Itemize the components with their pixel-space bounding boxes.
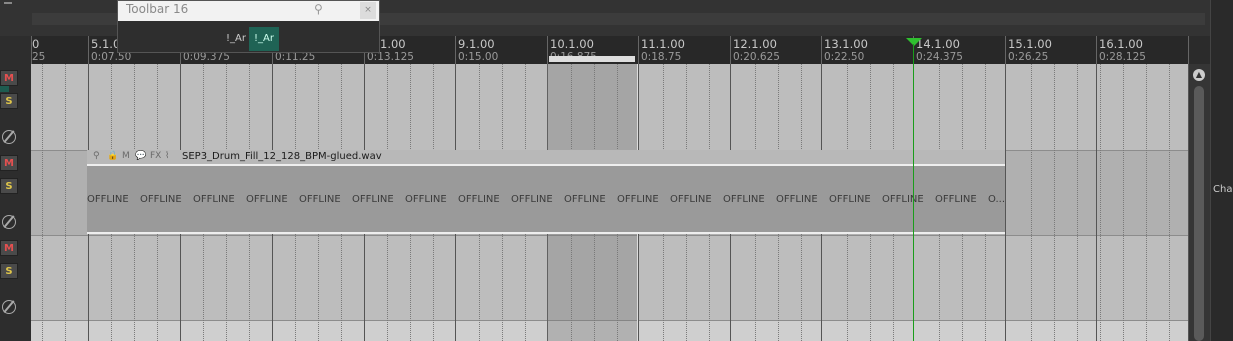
offline-label: OFFLINE [723,194,765,205]
arrange-view[interactable]: ⚲ 🔒 M 💬 FX ⌇ SEP3_Drum_Fill_12_128_BPM-g… [31,64,1189,341]
ruler-tick [638,36,639,64]
media-item-body[interactable]: OFFLINE OFFLINE OFFLINE OFFLINE OFFLINE OFFLI… [87,164,1005,234]
grid-major-line [1096,64,1097,341]
ruler-measure-label: 9.1.00 [458,37,495,51]
ruler-measure-label: 0 [32,37,40,51]
ruler-time-label: 0:24.375 [916,51,963,63]
offline-label: OFFLINE [829,194,871,205]
lock-icon[interactable]: 🔒 [107,151,118,161]
grid-minor-line [1100,64,1101,341]
ruler-tick [821,36,822,64]
track-3-phase-icon[interactable] [2,300,16,314]
ruler-time-label: 0:26.25 [1008,51,1049,63]
toolbar-title: Toolbar 16 [126,2,189,16]
offline-label: OFFLINE [776,194,818,205]
track-1-phase-icon[interactable] [2,130,16,144]
playhead-marker-icon[interactable] [906,38,922,46]
ruler-tick [88,36,89,64]
right-panel [1210,0,1233,341]
toolbar-action-button[interactable]: !_Ar [221,27,251,51]
ruler-tick [1096,36,1097,64]
ruler-measure-label: 16.1.00 [1099,37,1143,51]
minimize-icon[interactable] [4,2,12,4]
media-item-header: ⚲ 🔒 M 💬 FX ⌇ SEP3_Drum_Fill_12_128_BPM-g… [87,150,1005,164]
grid-minor-line [1077,64,1078,341]
floating-toolbar: Toolbar 16 ⚲ × !_Ar !_Ar [117,0,380,53]
track-3-solo-button[interactable]: S [0,263,18,279]
toolbar-action-button-active[interactable]: !_Ar [249,27,279,51]
close-icon[interactable]: × [360,2,376,19]
offline-label: OFFLINE [935,194,977,205]
offline-label: OFFLINE [617,194,659,205]
track-1-solo-button[interactable]: S [0,93,18,109]
grid-major-line [1005,64,1006,341]
right-panel-label: Cha [1213,184,1233,195]
ruler-time-label: 25 [32,51,46,63]
offline-label: OFFLINE [193,194,235,205]
ruler-measure-label: 10.1.00 [550,37,594,51]
playhead[interactable] [913,44,914,341]
track-1-mute-button[interactable]: M [0,70,18,86]
offline-label: OFFLINE [564,194,606,205]
ruler-time-label: 0:28.125 [1099,51,1146,63]
scroll-thumb[interactable] [1194,86,1204,341]
ruler-measure-label: 12.1.00 [733,37,777,51]
ruler-tick [455,36,456,64]
track-2-solo-button[interactable]: S [0,178,18,194]
envelope-icon[interactable]: ⌇ [165,151,169,161]
grid-minor-line [1031,64,1032,341]
offline-label: OFFLINE [882,194,924,205]
grid-minor-line [1123,64,1124,341]
offline-label: OFFLINE [246,194,288,205]
offline-label: OFFLINE [140,194,182,205]
grid-minor-line [65,64,66,341]
toolbar-title-bar[interactable]: Toolbar 16 ⚲ × [118,1,379,21]
media-item-name: SEP3_Drum_Fill_12_128_BPM-glued.wav [182,151,382,162]
offline-label: OFFLINE [352,194,394,205]
track-3-mute-button[interactable]: M [0,240,18,256]
time-selection-indicator[interactable] [549,56,635,62]
grid-minor-line [1146,64,1147,341]
offline-label: OFFLINE [87,194,129,205]
note-icon[interactable]: 💬 [135,151,146,161]
grid-minor-line [1169,64,1170,341]
mute-item-icon[interactable]: M [122,151,130,161]
ruler-tick [547,36,548,64]
ruler-measure-label: 11.1.00 [641,37,685,51]
offline-label: OFFLINE [405,194,447,205]
offline-label: OFFLINE [299,194,341,205]
track-2-mute-button[interactable]: M [0,155,18,171]
grid-minor-line [1054,64,1055,341]
ruler-tick [1005,36,1006,64]
pin-icon[interactable]: ⚲ [314,2,323,16]
track-2-phase-icon[interactable] [2,215,16,229]
ruler-measure-label: 15.1.00 [1008,37,1052,51]
offline-label: OFFLINE [458,194,500,205]
fx-icon[interactable]: FX [150,151,161,161]
media-item[interactable]: ⚲ 🔒 M 💬 FX ⌇ SEP3_Drum_Fill_12_128_BPM-g… [87,150,1005,234]
ruler-time-label: 0:18.75 [641,51,682,63]
vertical-scrollbar[interactable]: ▲ [1189,64,1210,341]
ruler-time-label: 0:15.00 [458,51,499,63]
pin-icon[interactable]: ⚲ [93,151,100,161]
ruler-tick [1188,36,1189,64]
offline-label: O... [988,194,1006,205]
track-control-panel: ⟩ M S M S M S [0,36,31,341]
ruler-tick [730,36,731,64]
offline-label: OFFLINE [511,194,553,205]
ruler-time-label: 0:22.50 [824,51,865,63]
grid-minor-line [42,64,43,341]
scroll-up-icon[interactable]: ▲ [1193,69,1205,81]
ruler-measure-label: 14.1.00 [916,37,960,51]
ruler-time-label: 0:20.625 [733,51,780,63]
ruler-measure-label: 1.00 [380,37,406,51]
ruler-measure-label: 13.1.00 [824,37,868,51]
offline-label: OFFLINE [670,194,712,205]
